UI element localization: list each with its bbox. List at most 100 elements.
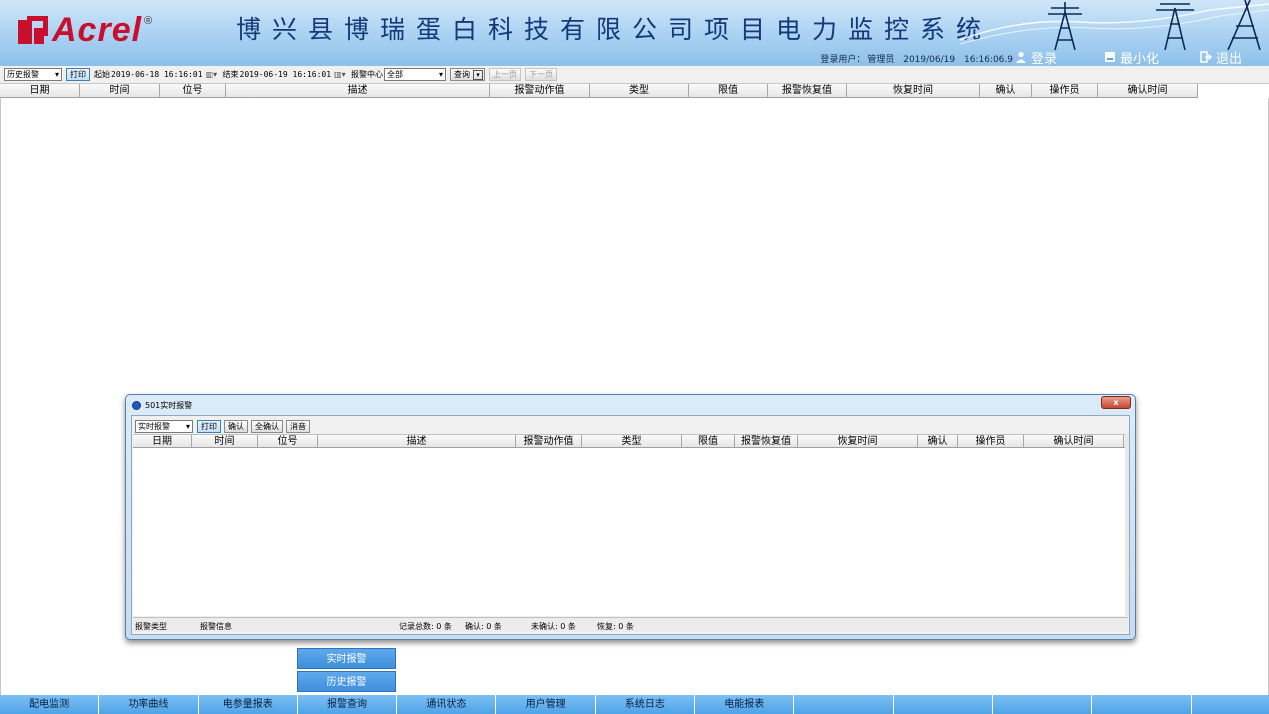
nav-tab-parameter-report[interactable]: 电参量报表	[199, 695, 298, 714]
column-header[interactable]: 确认	[980, 84, 1032, 98]
alarm-info-label: 报警信息	[200, 622, 232, 631]
column-header[interactable]: 描述	[226, 84, 490, 98]
column-header[interactable]: 时间	[192, 435, 258, 449]
nav-tab-power-monitoring[interactable]: 配电监测	[0, 695, 100, 714]
nav-tab-energy-report[interactable]: 电能报表	[695, 695, 795, 714]
dialog-body: 实时报警 打印 确认 全确认 消音 日期 时间 位号 描述 报警动作值 类型 限…	[131, 415, 1130, 635]
dialog-close-button[interactable]: x	[1101, 396, 1131, 409]
nav-tab-user-management[interactable]: 用户管理	[496, 695, 596, 714]
column-header[interactable]: 恢复时间	[798, 435, 918, 449]
start-datetime[interactable]: 2019-06-18 16:16:01	[111, 70, 203, 79]
confirmed-count: 确认: 0 条	[465, 622, 502, 631]
column-header[interactable]: 限值	[682, 435, 735, 449]
alarm-center-label: 报警中心	[351, 70, 384, 79]
dialog-titlebar[interactable]: 501实时报警 x	[126, 395, 1135, 413]
exit-button[interactable]: 退出	[1200, 48, 1242, 66]
logo-text: Acrel	[52, 10, 143, 49]
column-header[interactable]: 位号	[258, 435, 318, 449]
app-icon	[132, 401, 141, 410]
column-header[interactable]: 报警动作值	[516, 435, 582, 449]
dialog-toolbar: 实时报警 打印 确认 全确认 消音	[135, 419, 310, 433]
nav-tab-alarm-query[interactable]: 报警查询	[298, 695, 398, 714]
app-header: Acrel ® 博兴县博瑞蛋白科技有限公司项目电力监控系统 登录用户： 管理员 2…	[0, 0, 1269, 66]
mute-button[interactable]: 消音	[286, 419, 310, 433]
acrel-logo: Acrel ®	[18, 10, 152, 50]
dialog-table-header: 日期 时间 位号 描述 报警动作值 类型 限值 报警恢复值 恢复时间 确认 操作…	[133, 434, 1125, 449]
history-toolbar: 历史报警 打印 起始 2019-06-18 16:16:01 ▥▾ 结束 201…	[0, 66, 1269, 84]
nav-tab-empty[interactable]	[1092, 695, 1192, 714]
realtime-alarm-grid	[133, 448, 1128, 616]
bottom-nav: 配电监测 功率曲线 电参量报表 报警查询 通讯状态 用户管理 系统日志 电能报表	[0, 695, 1269, 714]
history-table-header: 日期 时间 位号 描述 报警动作值 类型 限值 报警恢复值 恢复时间 确认 操作…	[0, 84, 1198, 98]
column-header[interactable]: 日期	[133, 435, 192, 449]
power-tower-decoration	[960, 0, 1269, 50]
start-label: 起始	[94, 70, 110, 79]
confirm-button[interactable]: 确认	[224, 419, 248, 433]
calendar-dropdown-icon[interactable]: ▥▾	[206, 70, 219, 80]
user-name: 管理员	[867, 55, 895, 65]
prev-page-button[interactable]: 上一页	[489, 68, 522, 81]
nav-tab-empty[interactable]	[993, 695, 1093, 714]
realtime-mode-select[interactable]: 实时报警	[135, 419, 193, 433]
column-header[interactable]: 位号	[160, 84, 226, 98]
history-alarm-menu-button[interactable]: 历史报警	[297, 671, 396, 692]
login-button[interactable]: 登录	[1015, 48, 1057, 66]
login-label: 登录	[1031, 51, 1058, 67]
nav-tab-power-curve[interactable]: 功率曲线	[99, 695, 199, 714]
nav-tab-empty[interactable]	[794, 695, 894, 714]
total-count: 记录总数: 0 条	[399, 622, 452, 631]
column-header[interactable]: 描述	[318, 435, 516, 449]
column-header[interactable]: 确认	[918, 435, 958, 449]
column-header[interactable]: 类型	[582, 435, 682, 449]
print-button[interactable]: 打印	[66, 68, 90, 81]
nav-tab-comm-status[interactable]: 通讯状态	[397, 695, 497, 714]
column-header[interactable]: 确认时间	[1098, 84, 1198, 98]
query-dropdown-icon[interactable]: ▾	[473, 70, 484, 80]
registered-mark: ®	[144, 15, 153, 27]
current-date: 2019/06/19	[903, 55, 956, 65]
column-header[interactable]: 恢复时间	[847, 84, 980, 98]
column-header[interactable]: 类型	[590, 84, 689, 98]
column-header[interactable]: 报警动作值	[490, 84, 590, 98]
exit-icon	[1200, 51, 1212, 63]
exit-label: 退出	[1216, 51, 1243, 67]
next-page-button[interactable]: 下一页	[525, 68, 558, 81]
calendar-dropdown-icon[interactable]: ▥▾	[334, 70, 347, 80]
current-time: 16:16:06.9	[963, 55, 1013, 65]
user-icon	[1016, 51, 1026, 63]
nav-tab-empty[interactable]	[894, 695, 993, 714]
dialog-statusbar: 报警类型 报警信息 记录总数: 0 条 确认: 0 条 未确认: 0 条 恢复:…	[133, 617, 1128, 632]
column-header[interactable]: 时间	[80, 84, 160, 98]
column-header[interactable]: 报警恢复值	[768, 84, 847, 98]
header-status: 登录用户： 管理员 2019/06/19 16:16:06.9	[814, 52, 1013, 65]
minimize-button[interactable]: 最小化	[1104, 48, 1159, 66]
app-title: 博兴县博瑞蛋白科技有限公司项目电力监控系统	[236, 15, 993, 44]
end-label: 结束	[222, 70, 239, 79]
column-header[interactable]: 日期	[0, 84, 80, 98]
nav-tab-empty[interactable]	[1192, 695, 1269, 714]
alarm-type-label: 报警类型	[135, 622, 167, 631]
unconfirmed-count: 未确认: 0 条	[531, 622, 576, 631]
alarm-center-select[interactable]: 全部	[384, 68, 447, 81]
column-header[interactable]: 报警恢复值	[735, 435, 798, 449]
query-label: 查询	[454, 70, 471, 79]
column-header[interactable]: 限值	[689, 84, 768, 98]
recovered-count: 恢复: 0 条	[597, 622, 634, 631]
vertical-scrollbar[interactable]	[1125, 434, 1129, 616]
alarm-mode-select[interactable]: 历史报警	[4, 68, 62, 81]
column-header[interactable]: 操作员	[1032, 84, 1098, 98]
nav-tab-system-log[interactable]: 系统日志	[596, 695, 696, 714]
dialog-print-button[interactable]: 打印	[197, 419, 221, 433]
end-datetime[interactable]: 2019-06-19 16:16:01	[240, 70, 332, 79]
realtime-alarm-menu-button[interactable]: 实时报警	[297, 648, 396, 669]
column-header[interactable]: 操作员	[958, 435, 1024, 449]
confirm-all-button[interactable]: 全确认	[251, 419, 283, 433]
realtime-alarm-dialog: 501实时报警 x 实时报警 打印 确认 全确认 消音 日期 时间 位号 描述 …	[125, 394, 1136, 640]
minimize-icon	[1105, 52, 1115, 62]
dialog-title: 501实时报警	[145, 401, 193, 410]
user-label: 登录用户：	[820, 55, 866, 65]
acrel-logo-mark	[18, 16, 48, 44]
minimize-label: 最小化	[1120, 51, 1160, 67]
query-button[interactable]: 查询 ▾	[450, 68, 486, 81]
column-header[interactable]: 确认时间	[1024, 435, 1124, 449]
